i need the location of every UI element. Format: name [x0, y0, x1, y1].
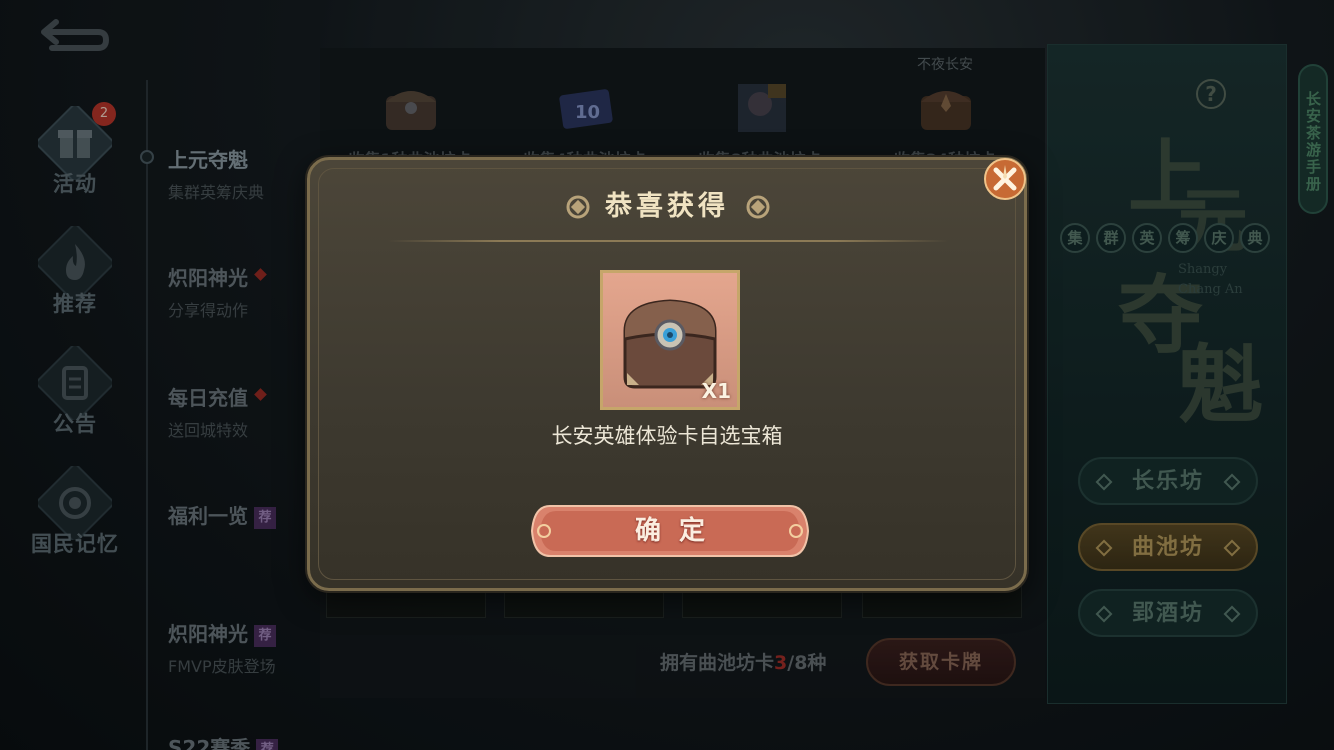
title-divider	[388, 240, 948, 242]
reward-item-slot[interactable]: X1	[600, 270, 740, 410]
reward-dialog: 恭喜获得 X1 长安英雄体验卡自选宝箱 确定	[307, 157, 1027, 591]
game-screen: 2 活动 推荐 公告 国民记忆 上元夺魁 集群英筹庆典 炽阳神光 分享得动作 每…	[0, 0, 1334, 750]
dialog-title: 恭喜获得	[605, 191, 729, 222]
title-ornament-icon	[744, 193, 772, 221]
reward-quantity: X1	[701, 379, 731, 403]
reward-item-name: 长安英雄体验卡自选宝箱	[551, 424, 783, 448]
confirm-label: 确定	[634, 516, 723, 546]
close-icon[interactable]	[983, 157, 1027, 201]
confirm-button[interactable]: 确定	[528, 502, 812, 560]
